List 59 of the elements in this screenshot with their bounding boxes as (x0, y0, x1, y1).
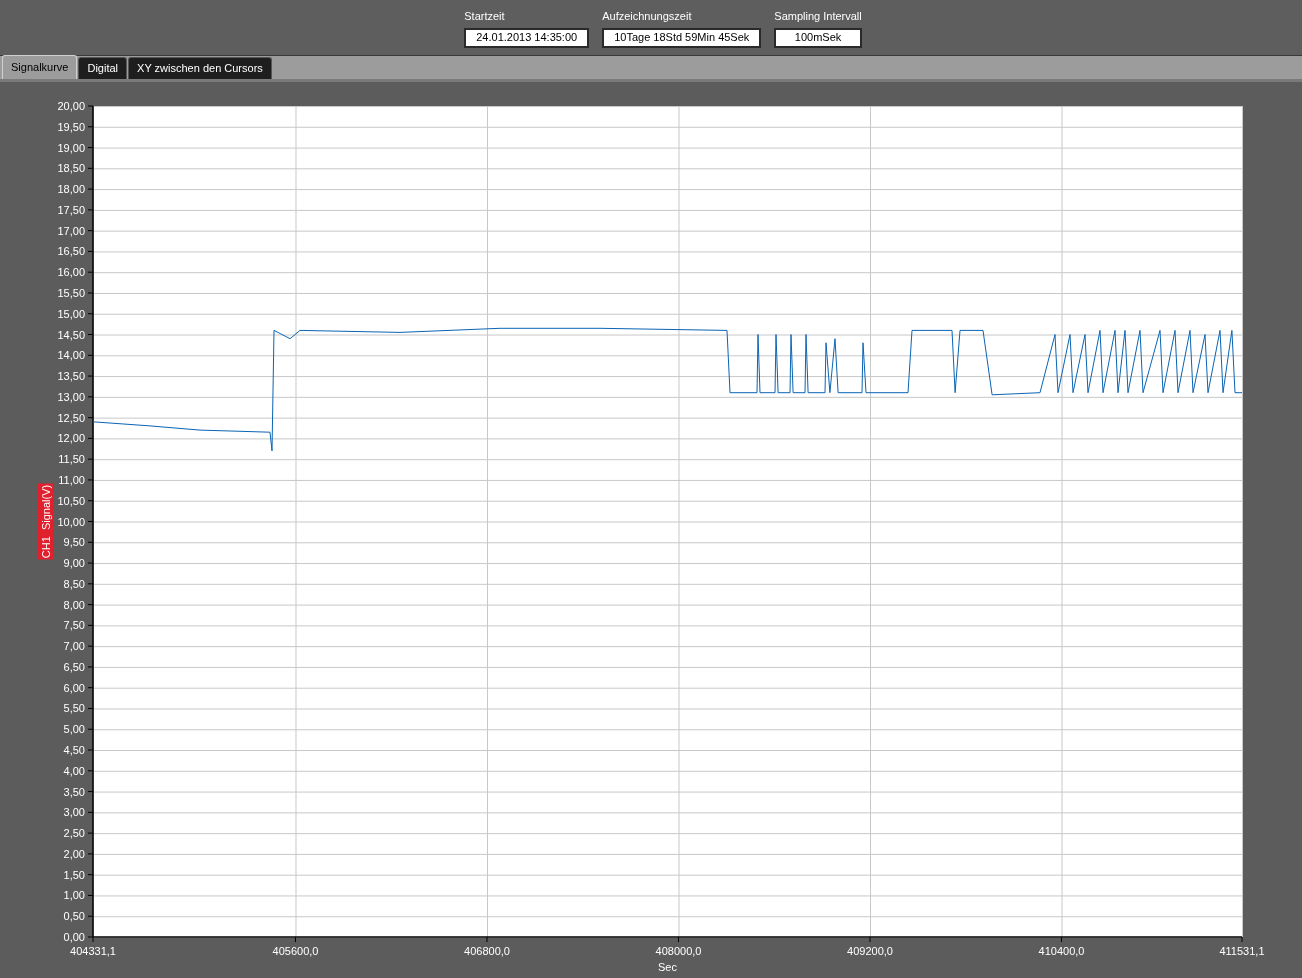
x-tick-label: 406800,0 (464, 945, 510, 957)
y-tick-label: 18,00 (57, 183, 85, 196)
y-tick-label: 9,50 (63, 536, 85, 549)
y-tick-label: 8,00 (63, 598, 85, 611)
y-tick-label: 6,50 (63, 660, 85, 673)
tab[interactable]: Signalkurve (2, 55, 78, 79)
y-tick-label: 6,00 (63, 681, 85, 694)
y-tick-label: 11,50 (58, 453, 85, 466)
y-tick-label: 12,00 (57, 432, 85, 445)
y-tick-label: 12,50 (57, 411, 85, 424)
x-tick-label: 410400,0 (1038, 945, 1085, 957)
field-value: 100mSek (774, 27, 862, 48)
x-axis-title: Sec (658, 961, 677, 973)
field-label: Aufzeichnungszeit (602, 9, 693, 24)
y-tick-label: 2,50 (63, 827, 85, 840)
tab[interactable]: XY zwischen den Cursors (128, 57, 272, 79)
x-tick-label: 408000,0 (655, 945, 702, 957)
field-value: 24.01.2013 14:35:00 (464, 27, 590, 48)
y-tick-label: 14,50 (57, 328, 85, 341)
x-tick-label: 404331,1 (70, 945, 116, 957)
y-tick-label: 7,50 (63, 619, 85, 632)
y-tick-label: 1,00 (63, 889, 85, 902)
y-tick-label: 19,50 (57, 120, 85, 133)
y-tick-label: 0,00 (63, 931, 85, 943)
y-tick-label: 4,00 (63, 764, 85, 777)
y-tick-label: 10,00 (57, 515, 85, 528)
y-tick-label: 5,00 (63, 723, 85, 736)
y-tick-label: 15,50 (57, 287, 85, 299)
y-tick-label: 19,00 (57, 141, 85, 154)
y-tick-label: 13,00 (57, 390, 85, 403)
field-value: 10Tage 18Std 59Min 45Sek (602, 27, 762, 48)
y-tick-label: 14,00 (57, 349, 85, 362)
y-tick-label: 17,50 (57, 203, 85, 216)
tab[interactable]: Digital (78, 57, 128, 79)
y-tick-label: 16,00 (57, 266, 85, 279)
y-tick-label: 13,50 (57, 370, 85, 383)
x-tick-label: 411531,1 (1219, 945, 1265, 957)
y-tick-label: 18,50 (57, 162, 85, 175)
y-axis-title: CH1 Signal(V) (38, 483, 54, 560)
y-tick-label: 7,00 (63, 640, 85, 653)
field-label: Startzeit (464, 9, 506, 24)
y-tick-label: 4,50 (63, 744, 85, 757)
y-tick-label: 10,50 (57, 494, 85, 507)
y-tick-label: 3,00 (63, 806, 85, 819)
y-tick-label: 0,50 (63, 910, 85, 923)
y-tick-label: 16,50 (57, 245, 85, 258)
y-tick-label: 9,00 (63, 557, 85, 570)
field-label: Sampling Intervall (774, 9, 862, 24)
y-tick-label: 15,00 (57, 307, 85, 320)
y-tick-label: 5,50 (63, 702, 85, 715)
y-tick-label: 11,00 (58, 473, 85, 486)
y-tick-label: 20,00 (57, 100, 85, 112)
x-tick-label: 405600,0 (272, 945, 319, 957)
y-tick-label: 1,50 (63, 868, 85, 881)
y-tick-label: 8,50 (63, 577, 85, 590)
y-tick-label: 3,50 (63, 785, 85, 798)
y-tick-label: 17,00 (57, 224, 85, 237)
y-tick-label: 2,00 (63, 847, 85, 860)
x-tick-label: 409200,0 (847, 945, 893, 957)
